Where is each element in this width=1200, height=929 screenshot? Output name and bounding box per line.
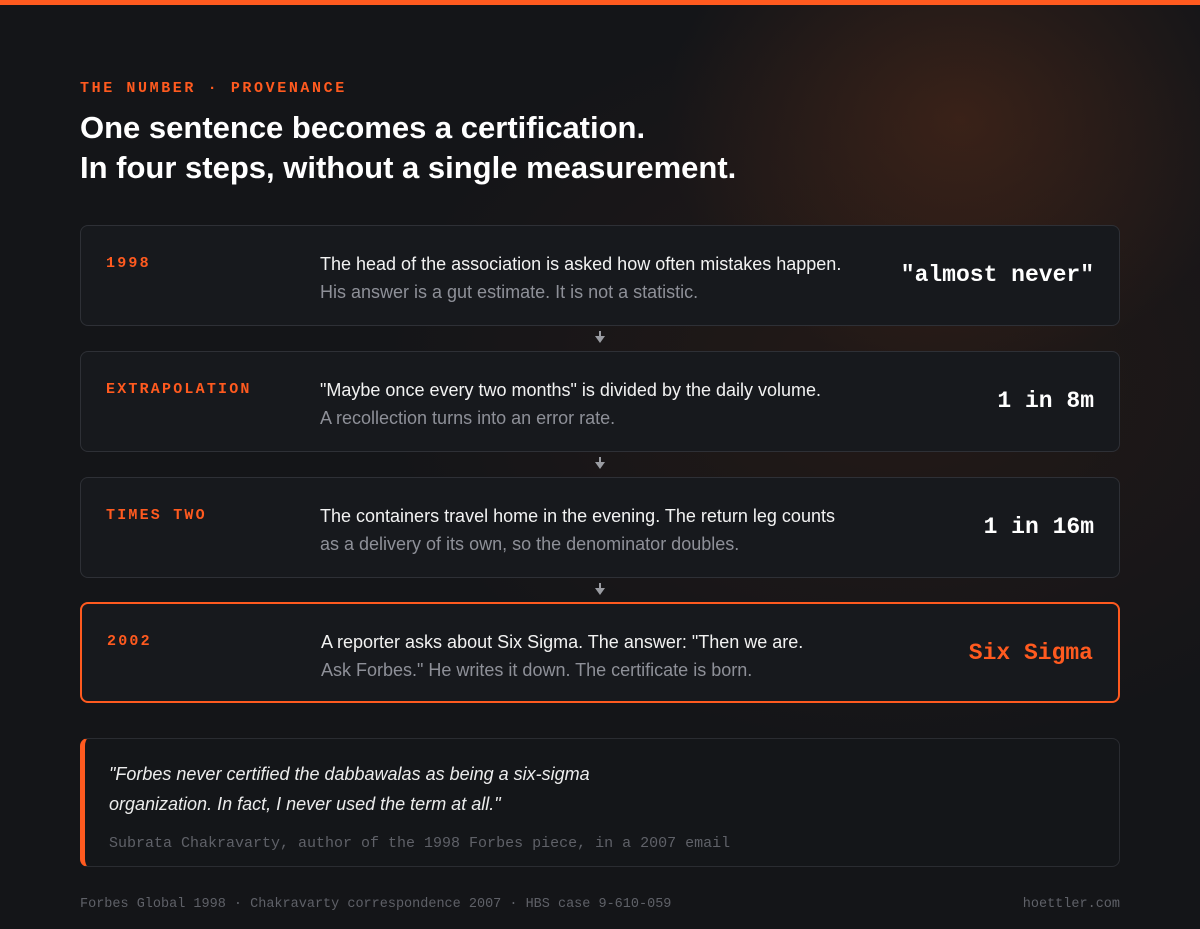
footer-site-link[interactable]: hoettler.com	[1023, 897, 1120, 912]
step-sub-text: His answer is a gut estimate. It is not …	[320, 282, 699, 302]
step-label: 1998	[106, 255, 151, 272]
page-title: One sentence becomes a certification. In…	[80, 108, 1080, 188]
step-main-text: A reporter asks about Six Sigma. The ans…	[321, 632, 804, 652]
step-description: "Maybe once every two months" is divided…	[320, 376, 890, 432]
quote-line-2: organization. In fact, I never used the …	[109, 794, 501, 814]
step-main-text: "Maybe once every two months" is divided…	[320, 380, 822, 400]
eyebrow-label: THE NUMBER · PROVENANCE	[80, 80, 347, 97]
step-label: 2002	[107, 633, 152, 650]
step-value: Six Sigma	[968, 640, 1093, 666]
step-value: "almost never"	[900, 262, 1094, 288]
arrow-down-icon	[595, 457, 605, 469]
headline-line-2: In four steps, without a single measurem…	[80, 150, 737, 185]
arrow-down-icon	[595, 331, 605, 343]
step-main-text: The containers travel home in the evenin…	[320, 506, 835, 526]
step-description: A reporter asks about Six Sigma. The ans…	[321, 628, 891, 684]
step-sub-text: A recollection turns into an error rate.	[320, 408, 616, 428]
step-label: EXTRAPOLATION	[106, 381, 252, 398]
step-value: 1 in 8m	[997, 388, 1094, 414]
step-card-extrapolation: EXTRAPOLATION "Maybe once every two mont…	[80, 351, 1120, 452]
step-description: The containers travel home in the evenin…	[320, 502, 890, 558]
step-card-times-two: TIMES TWO The containers travel home in …	[80, 477, 1120, 578]
step-sub-text: as a delivery of its own, so the denomin…	[320, 534, 740, 554]
quote-block: "Forbes never certified the dabbawalas a…	[80, 738, 1120, 867]
arrow-down-icon	[595, 583, 605, 595]
step-sub-text: Ask Forbes." He writes it down. The cert…	[321, 660, 753, 680]
step-card-2002: 2002 A reporter asks about Six Sigma. Th…	[80, 602, 1120, 703]
footer-sources: Forbes Global 1998 · Chakravarty corresp…	[80, 897, 672, 912]
quote-attribution: Subrata Chakravarty, author of the 1998 …	[109, 835, 731, 852]
headline-line-1: One sentence becomes a certification.	[80, 110, 646, 145]
step-value: 1 in 16m	[983, 514, 1094, 540]
top-accent-bar	[0, 0, 1200, 5]
quote-line-1: "Forbes never certified the dabbawalas a…	[109, 764, 590, 784]
step-main-text: The head of the association is asked how…	[320, 254, 842, 274]
step-label: TIMES TWO	[106, 507, 207, 524]
step-description: The head of the association is asked how…	[320, 250, 890, 306]
step-card-1998: 1998 The head of the association is aske…	[80, 225, 1120, 326]
quote-text: "Forbes never certified the dabbawalas a…	[109, 759, 669, 819]
